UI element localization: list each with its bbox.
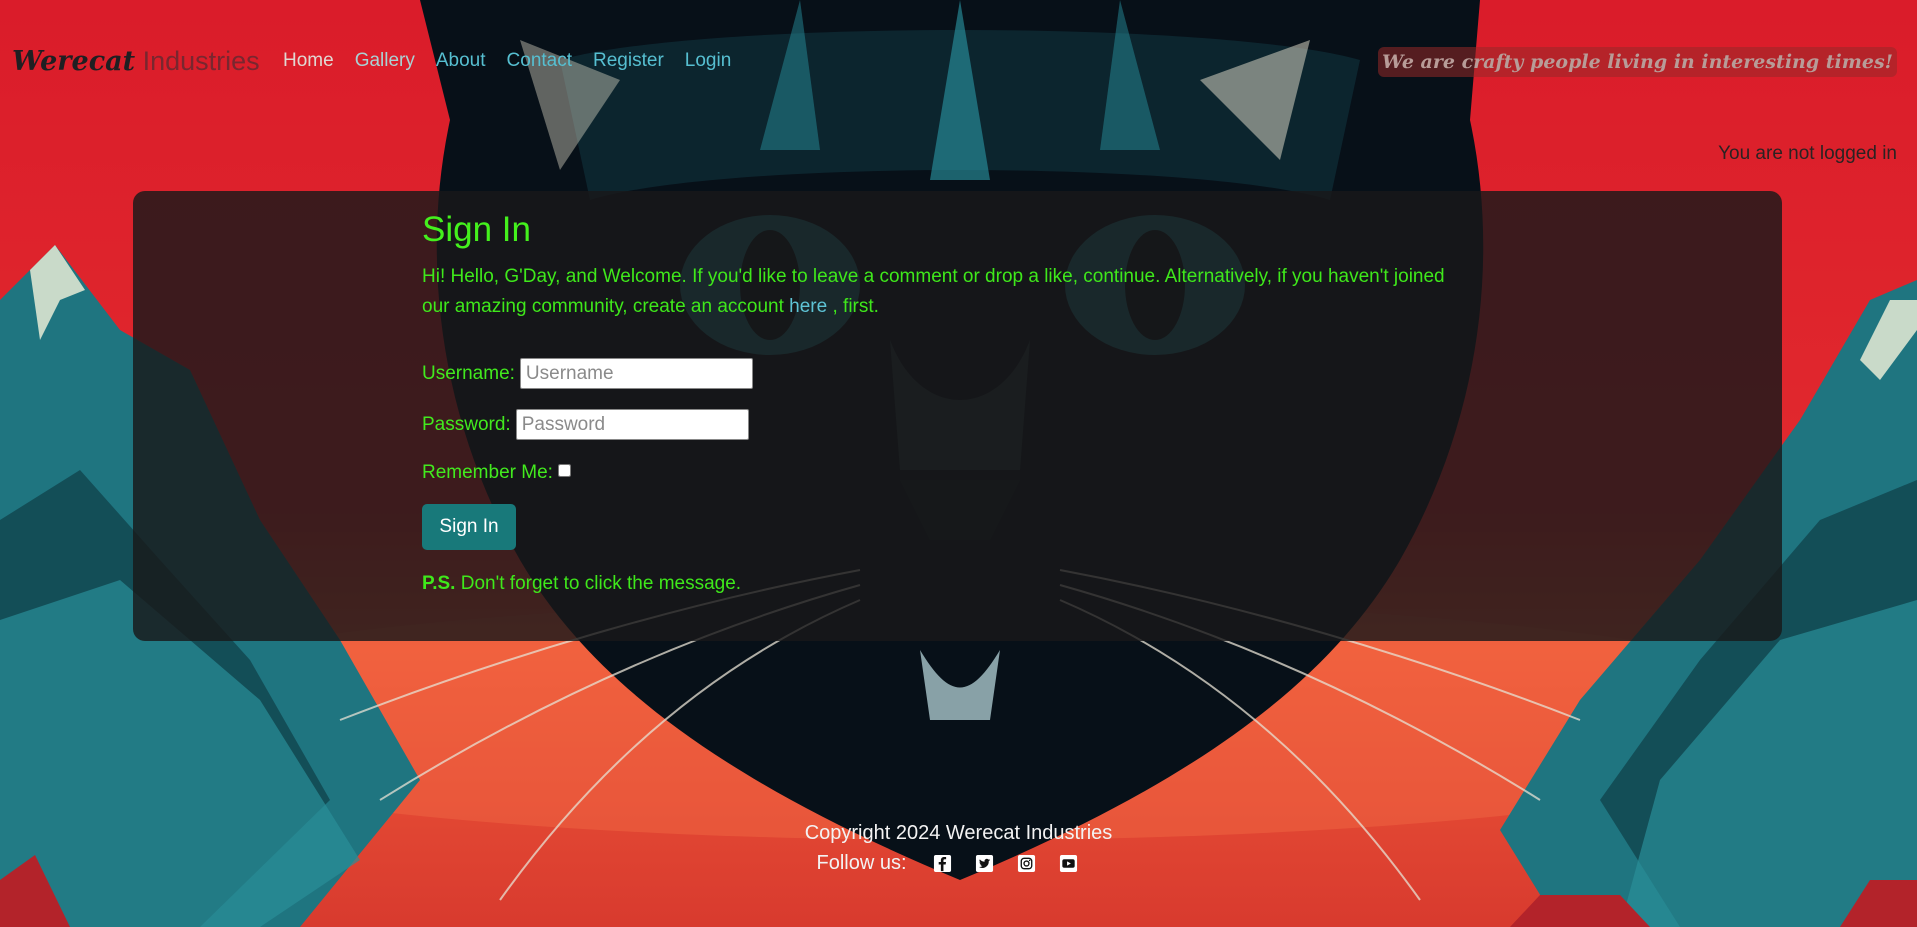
signin-panel: Sign In Hi! Hello, G'Day, and Welcome. I…: [133, 191, 1782, 641]
signin-intro: Hi! Hello, G'Day, and Welcome. If you'd …: [422, 262, 1462, 322]
facebook-icon[interactable]: [933, 854, 952, 873]
brand-logo[interactable]: Werecat Industries: [12, 44, 260, 79]
twitter-icon[interactable]: [975, 854, 994, 873]
nav-link-home[interactable]: Home: [283, 48, 334, 74]
instagram-icon[interactable]: [1017, 854, 1036, 873]
ps-label: P.S.: [422, 573, 456, 594]
remember-me-checkbox[interactable]: [557, 463, 571, 477]
ps-note[interactable]: P.S. Don't forget to click the message.: [422, 573, 1462, 595]
main-nav: Home Gallery About Contact Register Logi…: [283, 48, 752, 74]
copyright-text: Copyright 2024 Werecat Industries: [804, 822, 1113, 844]
nav-link-gallery[interactable]: Gallery: [355, 48, 415, 74]
signin-form: Username: Password: Remember Me: Sign In: [422, 358, 1462, 550]
brand-name-part1: Werecat: [12, 46, 136, 77]
remember-me-label: Remember Me:: [422, 462, 553, 483]
username-label: Username:: [422, 362, 515, 384]
password-input[interactable]: [515, 409, 749, 440]
password-label: Password:: [422, 413, 511, 435]
nav-link-contact[interactable]: Contact: [507, 48, 572, 74]
register-here-link[interactable]: here: [789, 296, 827, 317]
signin-button[interactable]: Sign In: [422, 504, 516, 550]
nav-link-about[interactable]: About: [436, 48, 486, 74]
remember-row: Remember Me:: [422, 462, 1462, 484]
username-input[interactable]: [519, 358, 753, 389]
nav-link-register[interactable]: Register: [593, 48, 664, 74]
ps-text: Don't forget to click the message.: [455, 573, 742, 594]
follow-label: Follow us:: [816, 852, 907, 874]
signin-title: Sign In: [422, 210, 531, 249]
login-status: You are not logged in: [1718, 143, 1897, 164]
tagline: We are crafty people living in interesti…: [1378, 47, 1897, 77]
signin-content: Sign In Hi! Hello, G'Day, and Welcome. I…: [422, 207, 1462, 595]
username-row: Username:: [422, 358, 1462, 389]
brand-name-part2: Industries: [135, 46, 260, 76]
intro-text-end: , first.: [827, 296, 879, 317]
password-row: Password:: [422, 409, 1462, 440]
nav-link-login[interactable]: Login: [685, 48, 732, 74]
social-links: [933, 854, 1101, 873]
follow-row: Follow us:: [816, 848, 1100, 878]
site-footer: Copyright 2024 Werecat Industries Follow…: [0, 818, 1917, 878]
intro-text: Hi! Hello, G'Day, and Welcome. If you'd …: [422, 266, 1445, 317]
site-header: Werecat Industries Home Gallery About Co…: [0, 0, 1917, 120]
youtube-icon[interactable]: [1059, 854, 1078, 873]
